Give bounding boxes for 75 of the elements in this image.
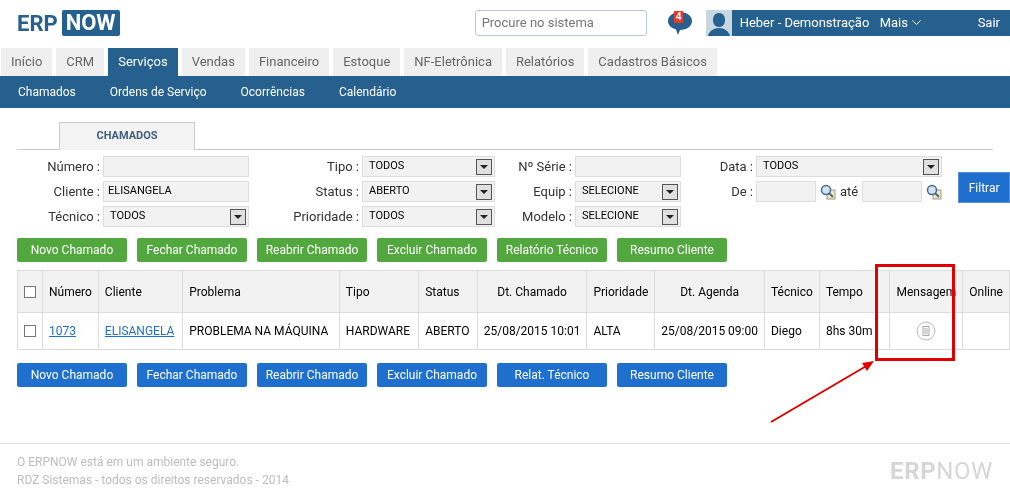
nav-tab[interactable]: Início [1, 48, 53, 76]
table-cell: 25/08/2015 09:00 [661, 324, 758, 338]
field-label: Tipo : [326, 157, 359, 176]
select-field[interactable]: TODOS [756, 156, 942, 177]
section-tab[interactable]: CHAMADOS [59, 122, 195, 150]
column-header: Prioridade [586, 270, 655, 313]
action-button[interactable]: Reabrir Chamado [257, 238, 367, 262]
sub-nav-link[interactable]: Ordens de Serviço [109, 83, 207, 101]
range-separator: até [840, 182, 859, 201]
action-button[interactable]: Resumo Cliente [617, 238, 727, 262]
text-field[interactable]: ELISANGELA [103, 181, 249, 202]
field-label: Técnico : [47, 207, 100, 226]
column-header: Online [962, 270, 1010, 313]
action-button[interactable]: Reabrir Chamado [257, 363, 367, 387]
table-cell: ALTA [593, 324, 621, 338]
table-cell: 25/08/2015 10:01 [483, 324, 581, 338]
field-label: Data : [718, 157, 753, 176]
nav-tab[interactable]: Cadastros Básicos [588, 48, 717, 76]
action-button[interactable]: Relatório Técnico [497, 238, 607, 262]
action-button[interactable]: Excluir Chamado [377, 363, 487, 387]
column-header: Tempo [819, 270, 890, 313]
action-button[interactable]: Fechar Chamado [137, 238, 247, 262]
sub-nav-link[interactable]: Chamados [18, 83, 76, 101]
field-label: Número : [46, 157, 100, 176]
table-cell: ABERTO [425, 324, 470, 338]
table-cell: HARDWARE [345, 324, 410, 338]
nav-tab[interactable]: Relatórios [505, 48, 585, 76]
field-label: Prioridade : [292, 207, 359, 226]
select-field[interactable]: SELECIONE [575, 181, 681, 202]
select-field[interactable]: TODOS [362, 206, 495, 227]
nav-tab[interactable]: Serviços [108, 48, 178, 76]
table-link[interactable]: 1073 [49, 324, 76, 338]
action-button[interactable]: Fechar Chamado [137, 363, 247, 387]
logo[interactable]: ERP NOW [17, 6, 120, 40]
column-header: Tipo [339, 270, 419, 313]
column-header: Status [418, 270, 478, 313]
nav-tab[interactable]: NF-Eletrônica [404, 48, 502, 76]
column-header: Cliente [98, 270, 183, 313]
column-header: Dt. Chamado [477, 270, 587, 313]
field-label: Status : [314, 182, 359, 201]
search-field[interactable]: Procure no sistema [474, 10, 647, 36]
table-cell: Diego [771, 324, 802, 338]
action-button[interactable]: Relat. Técnico [497, 363, 607, 387]
filter-button[interactable]: Filtrar [958, 172, 1010, 203]
user-name[interactable]: Heber - Demonstração [739, 13, 874, 33]
field-label: Equip : [532, 182, 572, 201]
select-field[interactable]: ABERTO [362, 181, 495, 202]
action-button[interactable]: Excluir Chamado [377, 238, 487, 262]
table-cell: PROBLEMA NA MÁQUINA [189, 324, 329, 338]
field-label: Modelo : [521, 207, 572, 226]
sub-nav-link[interactable]: Ocorrências [240, 83, 305, 101]
column-header: Número [42, 270, 99, 313]
notification-badge: 4 [673, 11, 684, 23]
nav-tab[interactable]: Vendas [181, 48, 245, 76]
logout-link[interactable]: Sair [977, 13, 1000, 33]
more-menu[interactable]: Mais [879, 13, 950, 33]
action-button[interactable]: Resumo Cliente [617, 363, 727, 387]
field-label: Cliente : [52, 182, 100, 201]
select-field[interactable]: TODOS [103, 206, 249, 227]
select-field[interactable]: SELECIONE [575, 206, 681, 227]
column-header: Técnico [764, 270, 820, 313]
nav-tab[interactable]: Estoque [333, 48, 401, 76]
action-button[interactable]: Novo Chamado [17, 238, 127, 262]
nav-tab[interactable]: Financeiro [248, 48, 330, 76]
field-label: Nº Série : [517, 157, 572, 176]
field-label: De : [730, 182, 753, 201]
nav-tab[interactable]: CRM [56, 48, 105, 76]
column-header: Problema [182, 270, 340, 313]
sub-nav-link[interactable]: Calendário [338, 83, 397, 101]
action-button[interactable]: Novo Chamado [17, 363, 127, 387]
footer-text: RDZ Sistemas - todos os direitos reservados - 2014 [17, 472, 289, 489]
select-field[interactable]: TODOS [362, 156, 495, 177]
column-header: Dt. Agenda [654, 270, 765, 313]
footer-text: O ERPNOW está em um ambiente seguro. [17, 454, 241, 471]
table-cell: 8hs 30m [825, 324, 873, 338]
